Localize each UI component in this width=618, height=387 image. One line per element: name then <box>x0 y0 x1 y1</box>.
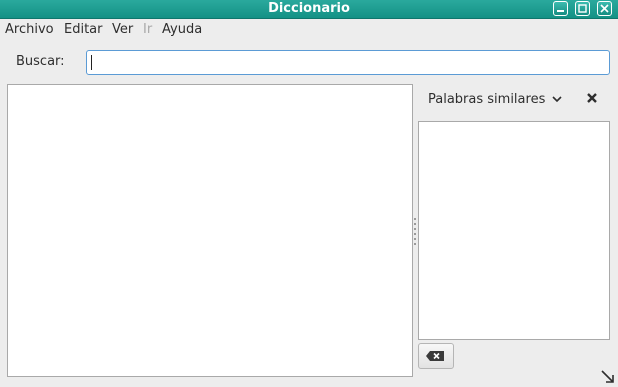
window-title: Diccionario <box>268 1 350 16</box>
search-label: Buscar: <box>16 54 65 69</box>
similar-words-title: Palabras similares <box>428 92 546 107</box>
search-input[interactable] <box>86 50 610 75</box>
pane-splitter[interactable] <box>414 218 417 246</box>
clear-button[interactable] <box>418 343 454 369</box>
close-panel-icon[interactable] <box>585 91 599 105</box>
menu-ayuda[interactable]: Ayuda <box>162 22 202 37</box>
similar-words-list[interactable] <box>418 121 610 340</box>
chevron-down-icon <box>552 96 562 103</box>
definition-pane[interactable] <box>7 84 413 377</box>
menu-editar[interactable]: Editar <box>64 22 103 37</box>
backspace-icon <box>426 351 444 361</box>
menu-bar: Archivo Editar Ver Ir Ayuda <box>0 20 618 40</box>
maximize-icon <box>578 4 587 13</box>
resize-grip-icon[interactable] <box>600 369 616 385</box>
minimize-button[interactable] <box>553 1 568 16</box>
menu-ir: Ir <box>143 22 153 37</box>
menu-ver[interactable]: Ver <box>112 22 133 37</box>
title-bar[interactable]: Diccionario <box>0 0 618 19</box>
close-window-button[interactable] <box>597 1 612 16</box>
maximize-button[interactable] <box>575 1 590 16</box>
close-icon <box>600 4 609 13</box>
text-cursor <box>91 55 92 70</box>
minimize-icon <box>557 10 564 12</box>
menu-archivo[interactable]: Archivo <box>5 22 54 37</box>
